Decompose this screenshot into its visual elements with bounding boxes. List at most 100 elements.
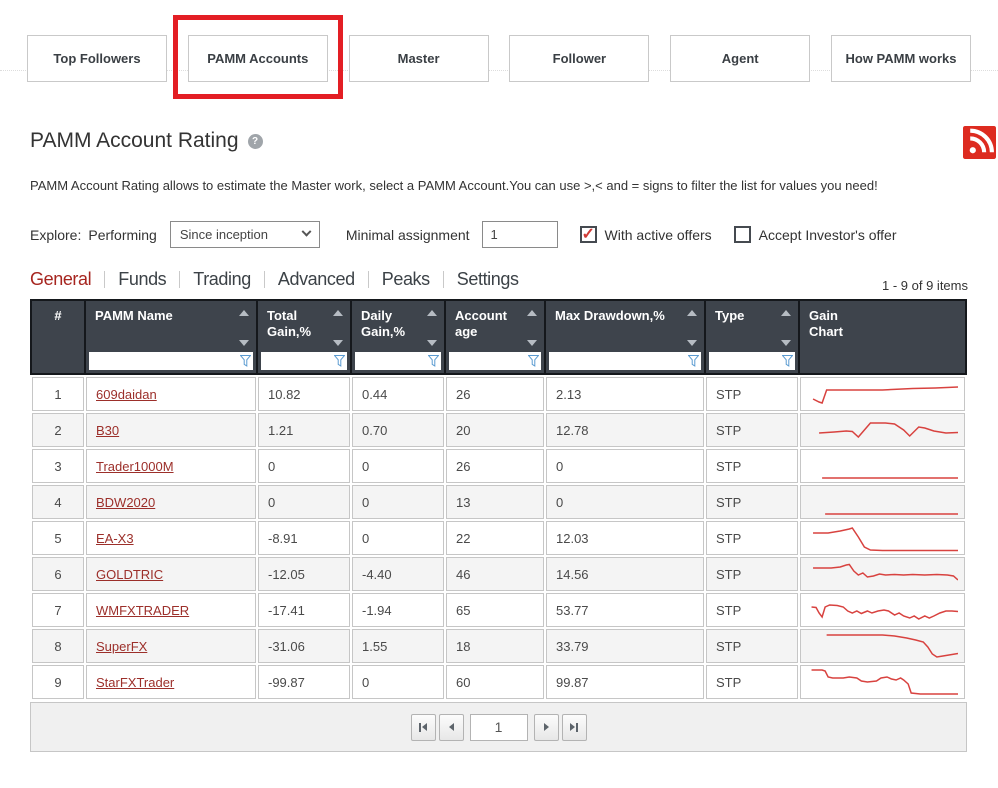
nav-button-pamm-accounts[interactable]: PAMM Accounts [188, 35, 328, 82]
tab-peaks[interactable]: Peaks [382, 268, 430, 290]
sort-asc-icon[interactable] [239, 310, 249, 316]
gain-chart-cell [800, 521, 965, 555]
daily-gain-cell: 0 [352, 665, 444, 699]
max-drawdown-cell: 33.79 [546, 629, 704, 663]
pamm-name-cell: 609daidan [86, 377, 256, 411]
column-header-pamm-name[interactable]: PAMM Name [86, 301, 256, 373]
sort-desc-icon[interactable] [333, 340, 343, 346]
filter-funnel-icon[interactable] [688, 355, 699, 367]
first-page-button[interactable] [411, 714, 436, 741]
daily-gain-cell: 1.55 [352, 629, 444, 663]
nav-button-top-followers[interactable]: Top Followers [27, 35, 167, 82]
column-header-max-drawdown[interactable]: Max Drawdown,% [546, 301, 704, 373]
tab-trading[interactable]: Trading [193, 268, 251, 290]
daily-gain-cell: -1.94 [352, 593, 444, 627]
table-row: 2B301.210.702012.78STP [30, 413, 967, 447]
gain-chart-sparkline [807, 595, 958, 625]
type-cell: STP [706, 449, 798, 483]
last-page-icon [570, 723, 575, 731]
nav-button-master[interactable]: Master [349, 35, 489, 82]
nav-button-how-pamm-works[interactable]: How PAMM works [831, 35, 971, 82]
filter-funnel-icon[interactable] [428, 355, 439, 367]
gain-chart-cell [800, 449, 965, 483]
filter-input-max-drawdown[interactable] [549, 352, 701, 370]
minimal-assignment-input[interactable] [482, 221, 558, 248]
nav-item: Agent [670, 35, 810, 82]
first-page-icon [422, 723, 427, 731]
pamm-name-cell: StarFXTrader [86, 665, 256, 699]
pamm-name-cell: EA-X3 [86, 521, 256, 555]
filter-input-pamm-name[interactable] [89, 352, 253, 370]
tab-funds[interactable]: Funds [118, 268, 166, 290]
column-label: Total Gain,% [258, 301, 350, 340]
account-age-cell: 26 [446, 449, 544, 483]
pamm-account-link[interactable]: BDW2020 [96, 495, 155, 510]
total-gain-cell: 0 [258, 449, 350, 483]
max-drawdown-cell: 53.77 [546, 593, 704, 627]
column-header-total-gain[interactable]: Total Gain,% [258, 301, 350, 373]
type-cell: STP [706, 521, 798, 555]
page-number-input[interactable] [470, 714, 528, 741]
pamm-account-link[interactable]: WMFXTRADER [96, 603, 189, 618]
period-select[interactable]: Since inception [170, 221, 320, 248]
total-gain-cell: -31.06 [258, 629, 350, 663]
sort-desc-icon[interactable] [527, 340, 537, 346]
pamm-account-link[interactable]: EA-X3 [96, 531, 134, 546]
nav-button-follower[interactable]: Follower [509, 35, 649, 82]
last-page-button[interactable] [562, 714, 587, 741]
accept-investors-offer-checkbox[interactable]: ✓ [734, 226, 751, 243]
table-row: 3Trader1000M00260STP [30, 449, 967, 483]
column-header-daily-gain[interactable]: Daily Gain,% [352, 301, 444, 373]
max-drawdown-cell: 0 [546, 449, 704, 483]
gain-chart-cell [800, 413, 965, 447]
tab-settings[interactable]: Settings [457, 268, 519, 290]
pamm-account-link[interactable]: 609daidan [96, 387, 157, 402]
prev-page-button[interactable] [439, 714, 464, 741]
gain-chart-sparkline [807, 415, 958, 445]
gain-chart-sparkline [807, 487, 958, 517]
pamm-account-link[interactable]: Trader1000M [96, 459, 174, 474]
sort-desc-icon[interactable] [427, 340, 437, 346]
column-header-type[interactable]: Type [706, 301, 798, 373]
filter-box [449, 352, 541, 370]
filter-funnel-icon[interactable] [528, 355, 539, 367]
gain-chart-sparkline [807, 451, 958, 481]
pamm-account-link[interactable]: B30 [96, 423, 119, 438]
with-active-offers-checkbox[interactable]: ✓ [580, 226, 597, 243]
page-title: PAMM Account Rating [30, 129, 239, 153]
tab-advanced[interactable]: Advanced [278, 268, 355, 290]
total-gain-cell: 1.21 [258, 413, 350, 447]
help-icon[interactable]: ? [248, 134, 263, 149]
nav-button-agent[interactable]: Agent [670, 35, 810, 82]
with-active-offers-group: ✓ With active offers [580, 226, 712, 243]
sort-asc-icon[interactable] [781, 310, 791, 316]
sort-asc-icon[interactable] [427, 310, 437, 316]
next-page-button[interactable] [534, 714, 559, 741]
type-cell: STP [706, 665, 798, 699]
table-row: 7WMFXTRADER-17.41-1.946553.77STP [30, 593, 967, 627]
pamm-account-link[interactable]: StarFXTrader [96, 675, 174, 690]
filter-row: Explore: Performing Since inception Mini… [30, 221, 968, 248]
pamm-name-cell: SuperFX [86, 629, 256, 663]
filter-funnel-icon[interactable] [240, 355, 251, 367]
sort-asc-icon[interactable] [527, 310, 537, 316]
type-cell: STP [706, 629, 798, 663]
pamm-account-link[interactable]: GOLDTRIC [96, 567, 163, 582]
rss-icon[interactable] [963, 126, 996, 159]
filter-funnel-icon[interactable] [782, 355, 793, 367]
sort-desc-icon[interactable] [239, 340, 249, 346]
column-header-account-age[interactable]: Account age [446, 301, 544, 373]
sort-asc-icon[interactable] [687, 310, 697, 316]
max-drawdown-cell: 14.56 [546, 557, 704, 591]
column-label: Account age [446, 301, 544, 340]
sort-desc-icon[interactable] [687, 340, 697, 346]
tab-separator [179, 271, 180, 288]
sort-asc-icon[interactable] [333, 310, 343, 316]
tab-general[interactable]: General [30, 268, 91, 290]
filter-box [549, 352, 701, 370]
column-label: Max Drawdown,% [546, 301, 704, 324]
filter-funnel-icon[interactable] [334, 355, 345, 367]
sort-desc-icon[interactable] [781, 340, 791, 346]
performing-label: Performing [88, 227, 156, 243]
pamm-account-link[interactable]: SuperFX [96, 639, 147, 654]
